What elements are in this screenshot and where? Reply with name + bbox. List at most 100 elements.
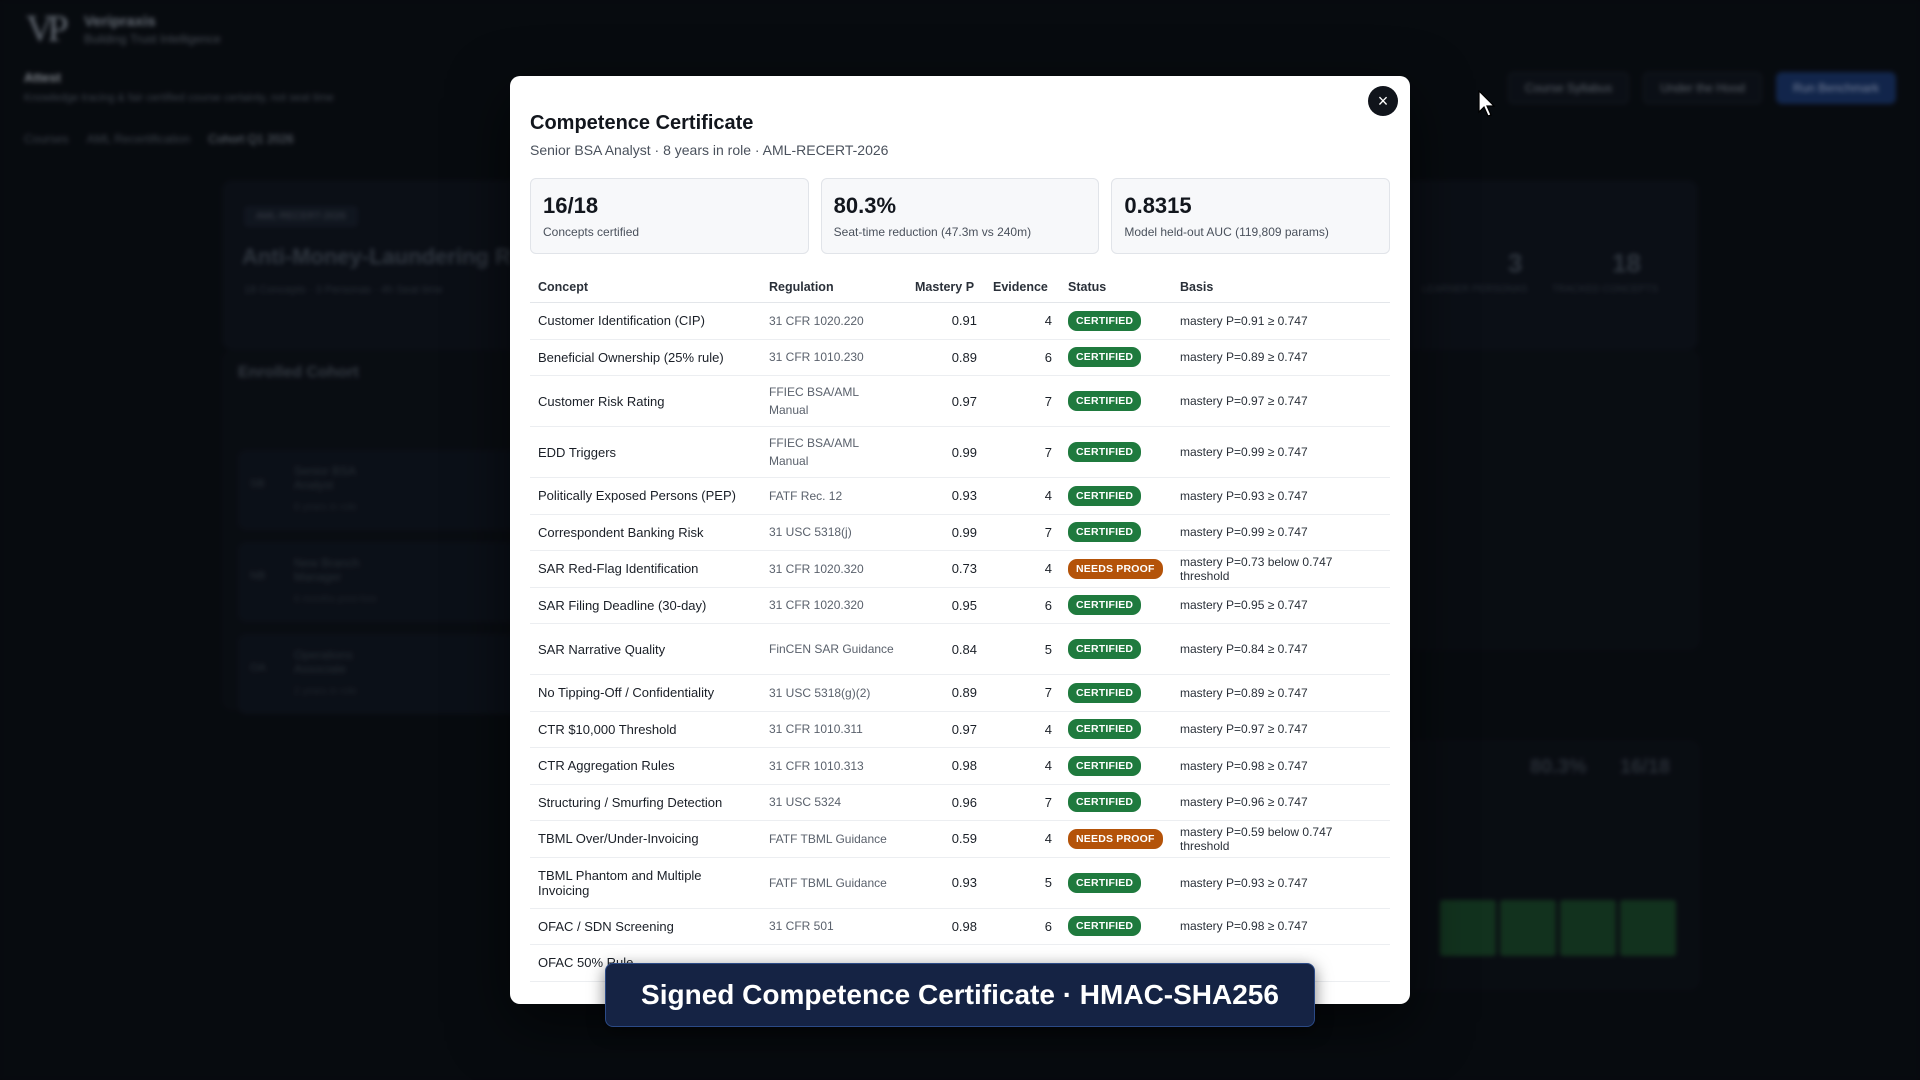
close-icon: ×	[1377, 91, 1389, 111]
regulation-cell: 31 CFR 1010.313	[761, 747, 907, 785]
table-row: CTR Aggregation Rules 31 CFR 1010.313 0.98…	[530, 747, 1390, 785]
table-body: Customer Identification (CIP) 31 CFR 1020…	[530, 302, 1390, 982]
concept-cell: Politically Exposed Persons (PEP)	[530, 477, 761, 515]
concept-cell: SAR Red-Flag Identification	[530, 550, 761, 588]
mastery-cell: 0.98	[907, 747, 985, 785]
mastery-cell: 0.99	[907, 426, 985, 478]
mastery-cell: 0.89	[907, 339, 985, 376]
basis-cell: mastery P=0.97 ≥ 0.747	[1172, 375, 1390, 427]
status-badge: CERTIFIED	[1068, 682, 1142, 703]
evidence-cell: 6	[985, 339, 1060, 376]
regulation-cell: FATF TBML Guidance	[761, 820, 907, 858]
status-cell: CERTIFIED	[1060, 339, 1172, 376]
status-badge: CERTIFIED	[1068, 639, 1142, 659]
status-badge: CERTIFIED	[1068, 442, 1142, 462]
status-badge: CERTIFIED	[1068, 391, 1142, 411]
basis-cell: mastery P=0.73 below 0.747 threshold	[1172, 550, 1390, 588]
status-cell: CERTIFIED	[1060, 784, 1172, 821]
status-badge: NEEDS PROOF	[1068, 828, 1163, 849]
table-row: Customer Identification (CIP) 31 CFR 1020…	[530, 302, 1390, 340]
status-cell: CERTIFIED	[1060, 711, 1172, 748]
table-row: CTR $10,000 Threshold 31 CFR 1010.311 0.97…	[530, 711, 1390, 748]
evidence-cell: 4	[985, 550, 1060, 588]
concept-cell: TBML Phantom and Multiple Invoicing	[530, 857, 761, 909]
status-cell: CERTIFIED	[1060, 908, 1172, 945]
mastery-cell: 0.89	[907, 674, 985, 712]
basis-cell: mastery P=0.99 ≥ 0.747	[1172, 514, 1390, 551]
table-row: OFAC / SDN Screening 31 CFR 501 0.98 6 CERTI…	[530, 908, 1390, 945]
modal-title: Competence Certificate	[530, 112, 754, 134]
stat-card-auc: 0.8315 Model held-out AUC (119,809 param…	[1111, 178, 1391, 254]
regulation-cell: 31 USC 5324	[761, 784, 907, 821]
concept-cell: OFAC / SDN Screening	[530, 908, 761, 945]
status-cell: NEEDS PROOF	[1060, 550, 1172, 588]
stat-value: 0.8315	[1124, 193, 1192, 218]
basis-cell: mastery P=0.99 ≥ 0.747	[1172, 426, 1390, 478]
stat-label: Seat-time reduction (47.3m vs 240m)	[833, 225, 1032, 239]
concept-cell: TBML Over/Under-Invoicing	[530, 820, 761, 858]
table-row: TBML Phantom and Multiple Invoicing FATF …	[530, 857, 1390, 909]
mastery-cell: 0.99	[907, 514, 985, 551]
status-cell: NEEDS PROOF	[1060, 820, 1172, 858]
table-row: Correspondent Banking Risk 31 USC 5318(j)…	[530, 514, 1390, 551]
evidence-cell: 4	[985, 477, 1060, 515]
column-header-evidence: Evidence	[985, 272, 1060, 303]
regulation-cell: FATF Rec. 12	[761, 477, 907, 515]
table-row: Beneficial Ownership (25% rule) 31 CFR 10…	[530, 339, 1390, 376]
status-cell: CERTIFIED	[1060, 587, 1172, 624]
evidence-cell: 7	[985, 375, 1060, 427]
table-row: EDD Triggers FFIEC BSA/AML Manual 0.99 7 CER…	[530, 426, 1390, 478]
mastery-cell: 0.97	[907, 711, 985, 748]
stat-label: Model held-out AUC (119,809 params)	[1124, 225, 1329, 239]
table-row: SAR Narrative Quality FinCEN SAR Guidance…	[530, 623, 1390, 675]
status-badge: CERTIFIED	[1068, 522, 1142, 543]
evidence-cell: 4	[985, 820, 1060, 858]
close-button[interactable]: ×	[1368, 86, 1398, 116]
basis-cell: mastery P=0.59 below 0.747 threshold	[1172, 820, 1390, 858]
status-badge: CERTIFIED	[1068, 719, 1142, 740]
basis-cell: mastery P=0.89 ≥ 0.747	[1172, 339, 1390, 376]
evidence-cell: 5	[985, 857, 1060, 909]
basis-cell: mastery P=0.89 ≥ 0.747	[1172, 674, 1390, 712]
mastery-cell: 0.73	[907, 550, 985, 588]
regulation-cell: FATF TBML Guidance	[761, 857, 907, 909]
status-cell: CERTIFIED	[1060, 426, 1172, 478]
status-badge: CERTIFIED	[1068, 872, 1142, 893]
mastery-cell: 0.93	[907, 857, 985, 909]
status-cell: CERTIFIED	[1060, 375, 1172, 427]
column-header-basis: Basis	[1172, 272, 1390, 303]
basis-cell: mastery P=0.95 ≥ 0.747	[1172, 587, 1390, 624]
concept-cell: SAR Narrative Quality	[530, 623, 761, 675]
certificate-stats: 16/18 Concepts certified 80.3% Seat-time…	[530, 178, 1391, 254]
mastery-cell: 0.98	[907, 908, 985, 945]
table-row: SAR Filing Deadline (30-day) 31 CFR 1020.…	[530, 587, 1390, 624]
table-row: Customer Risk Rating FFIEC BSA/AML Manual…	[530, 375, 1390, 427]
regulation-cell: FFIEC BSA/AML Manual	[761, 375, 907, 427]
stat-card-seat-time: 80.3% Seat-time reduction (47.3m vs 240m…	[820, 178, 1100, 254]
concept-cell: No Tipping-Off / Confidentiality	[530, 674, 761, 712]
column-header-regulation: Regulation	[761, 272, 907, 303]
status-cell: CERTIFIED	[1060, 302, 1172, 340]
regulation-cell: 31 CFR 1010.230	[761, 339, 907, 376]
status-cell: CERTIFIED	[1060, 514, 1172, 551]
regulation-cell: 31 CFR 1020.320	[761, 587, 907, 624]
evidence-cell: 6	[985, 587, 1060, 624]
basis-cell: mastery P=0.93 ≥ 0.747	[1172, 857, 1390, 909]
basis-cell: mastery P=0.96 ≥ 0.747	[1172, 784, 1390, 821]
evidence-cell: 5	[985, 623, 1060, 675]
mastery-cell: 0.96	[907, 784, 985, 821]
evidence-cell: 7	[985, 784, 1060, 821]
mastery-cell: 0.93	[907, 477, 985, 515]
caption-banner: Signed Competence Certificate · HMAC-SHA…	[605, 963, 1315, 1027]
basis-cell: mastery P=0.93 ≥ 0.747	[1172, 477, 1390, 515]
evidence-cell: 7	[985, 514, 1060, 551]
status-badge: CERTIFIED	[1068, 755, 1142, 776]
evidence-cell: 4	[985, 711, 1060, 748]
mastery-cell: 0.84	[907, 623, 985, 675]
mastery-cell: 0.59	[907, 820, 985, 858]
evidence-cell: 7	[985, 426, 1060, 478]
evidence-cell: 4	[985, 302, 1060, 340]
concept-cell: CTR $10,000 Threshold	[530, 711, 761, 748]
status-badge: CERTIFIED	[1068, 310, 1142, 331]
regulation-cell: 31 USC 5318(g)(2)	[761, 674, 907, 712]
